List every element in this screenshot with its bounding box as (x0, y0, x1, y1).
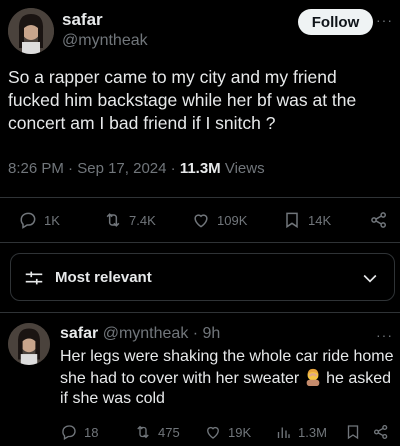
sort-label: Most relevant (55, 269, 152, 286)
like-button[interactable]: 19K (204, 423, 251, 441)
bookmark-count: 14K (308, 212, 332, 228)
views-count: 11.3M (179, 160, 221, 177)
share-icon (373, 424, 388, 440)
post-date[interactable]: Sep 17, 2024 (77, 160, 166, 177)
views-count: 1.3M (298, 424, 327, 440)
reply-count: 18 (84, 424, 99, 440)
repost-button[interactable]: 7.4K (103, 210, 156, 230)
reply-text: Her legs were shaking the whole car ride… (60, 347, 396, 410)
bookmark-icon (347, 425, 359, 440)
avatar[interactable] (8, 323, 50, 365)
like-icon (207, 426, 219, 439)
avatar[interactable] (8, 8, 54, 54)
post-time[interactable]: 8:26 PM (8, 160, 64, 177)
reply-icon (62, 425, 76, 440)
reply-display-name[interactable]: safar (60, 325, 98, 342)
sort-dropdown[interactable]: Most relevant (10, 253, 395, 301)
reply-header: safar @myntheak · 9h (60, 325, 220, 343)
share-button[interactable] (369, 210, 389, 230)
repost-count: 475 (158, 424, 180, 440)
views-icon (277, 427, 290, 438)
divider (0, 242, 400, 243)
sort-icon (25, 271, 43, 285)
repost-icon (137, 425, 149, 439)
meta-separator: · (188, 325, 203, 342)
bookmark-button[interactable]: 14K (282, 210, 331, 230)
share-button[interactable] (372, 423, 390, 441)
post-meta: 8:26 PM · Sep 17, 2024 · 11.3M Views (8, 160, 265, 177)
chevron-down-icon (363, 274, 377, 283)
reply-action-bar: 18 475 19K 1.3M (0, 421, 400, 445)
meta-separator: · (63, 160, 78, 177)
like-icon (194, 214, 208, 228)
post-action-bar: 1K 7.4K 109K 14K (0, 198, 400, 242)
views-button[interactable]: 1.3M (274, 423, 327, 441)
like-count: 109K (217, 212, 248, 228)
person-facepalming-emoji (306, 368, 319, 386)
reply-button[interactable]: 18 (60, 423, 98, 441)
like-button[interactable]: 109K (191, 210, 247, 230)
user-handle[interactable]: @myntheak (62, 32, 148, 50)
reply-count: 1K (44, 212, 60, 228)
bookmark-icon (286, 212, 298, 229)
reply-icon (20, 212, 36, 229)
reply-button[interactable]: 1K (18, 210, 60, 230)
more-icon[interactable]: ··· (376, 327, 393, 343)
share-icon (371, 212, 386, 228)
meta-separator: · (166, 160, 180, 177)
repost-count: 7.4K (129, 212, 156, 228)
post-text: So a rapper came to my city and my frien… (8, 67, 357, 133)
repost-icon (106, 213, 120, 227)
bookmark-button[interactable] (344, 423, 362, 441)
display-name[interactable]: safar (62, 10, 103, 30)
follow-button[interactable]: Follow (298, 9, 373, 35)
reply-item[interactable]: safar @myntheak · 9h ··· Her legs were s… (0, 315, 400, 446)
post-header: safar @myntheak Follow ··· (0, 0, 400, 62)
views-label: Views (220, 160, 265, 177)
more-icon[interactable]: ··· (376, 12, 393, 28)
like-count: 19K (228, 424, 252, 440)
reply-handle[interactable]: @myntheak (103, 325, 189, 342)
divider (0, 312, 400, 313)
reply-time[interactable]: 9h (203, 325, 221, 342)
repost-button[interactable]: 475 (134, 423, 180, 441)
